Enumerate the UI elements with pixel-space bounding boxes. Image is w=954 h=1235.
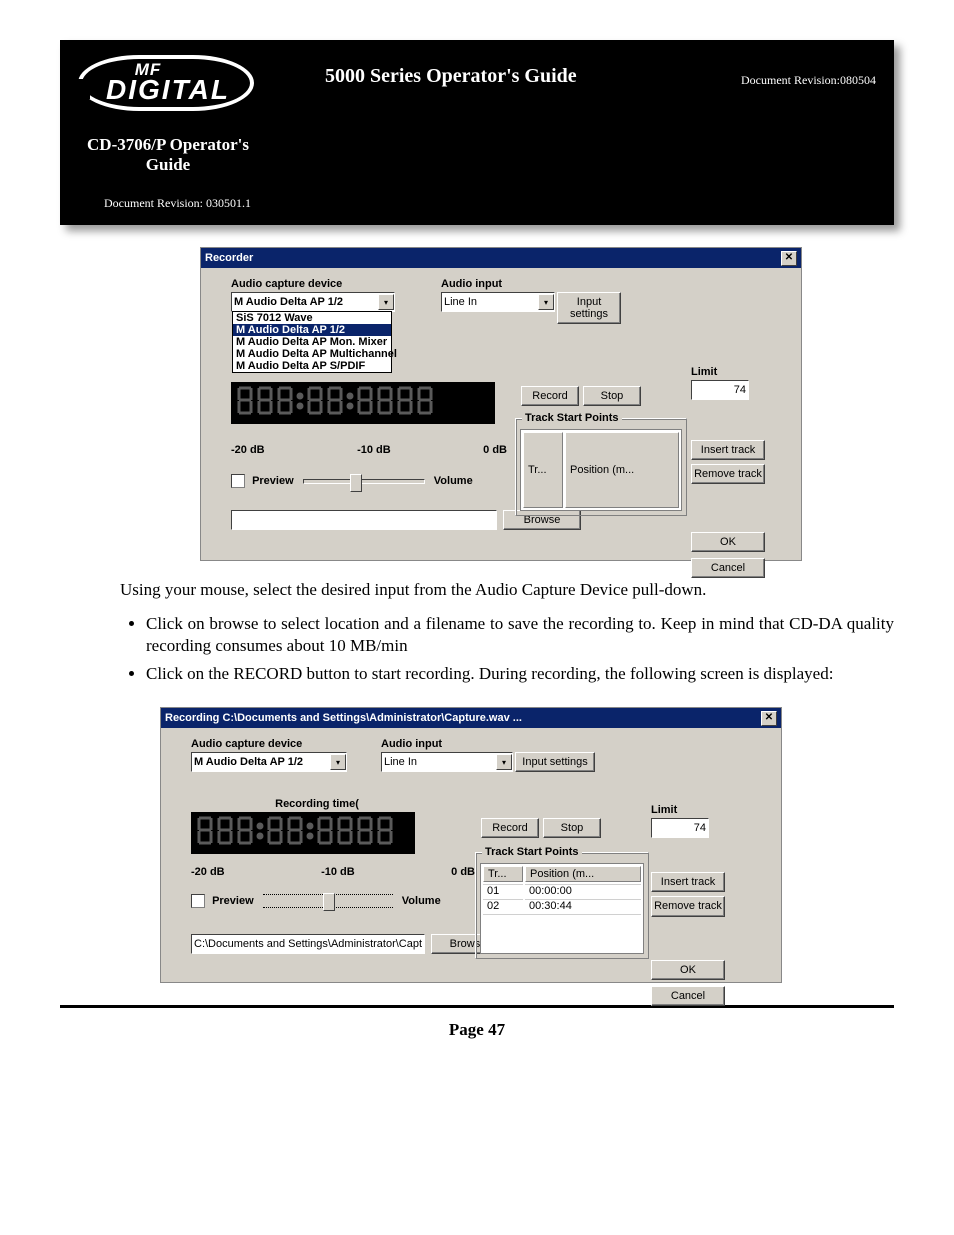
input-settings-button[interactable]: Input settings [515, 752, 595, 772]
dropdown-item[interactable]: M Audio Delta AP Multichannel [233, 348, 391, 360]
track-start-points-group: Track Start Points Tr...Position (m... [515, 418, 687, 516]
label-volume: Volume [434, 475, 473, 487]
capture-device-dropdown[interactable]: SiS 7012 Wave M Audio Delta AP 1/2 M Aud… [232, 311, 392, 373]
recorder-dialog-1: Recorder ✕ Audio capture device M Audio … [200, 247, 802, 561]
remove-track-button[interactable]: Remove track [691, 464, 765, 484]
bullet-list: Click on browse to select location and a… [120, 613, 894, 685]
recording-time-display [191, 812, 415, 854]
db-10: -10 dB [321, 866, 355, 878]
preview-label: Preview [212, 895, 254, 907]
capture-device-combo[interactable]: M Audio Delta AP 1/2 [191, 752, 347, 772]
ok-button[interactable]: OK [691, 532, 765, 552]
label-limit: Limit [651, 804, 709, 816]
track-table[interactable]: Tr...Position (m... 0100:00:00 0200:30:4… [480, 863, 644, 954]
audio-input-combo[interactable]: Line In [441, 292, 555, 312]
db-scale: -20 dB -10 dB 0 dB [191, 864, 475, 880]
header-title: 5000 Series Operator's Guide [325, 65, 577, 88]
recording-time-display [231, 382, 495, 424]
dialog-title-text: Recorder [205, 252, 253, 264]
dialog-titlebar[interactable]: Recorder ✕ [201, 248, 801, 268]
bullet-1: Click on browse to select location and a… [146, 613, 894, 657]
db-scale: -20 dB -10 dB 0 dB [231, 442, 507, 458]
col-tr[interactable]: Tr... [483, 866, 523, 882]
path-field[interactable]: C:\Documents and Settings\Administrator\… [191, 934, 425, 954]
limit-field[interactable]: 74 [651, 818, 709, 838]
db-20: -20 dB [231, 444, 265, 456]
chevron-down-icon[interactable] [378, 294, 394, 310]
db-0: 0 dB [483, 444, 507, 456]
label-volume: Volume [402, 895, 441, 907]
record-button[interactable]: Record [481, 818, 539, 838]
page-header: MF DIGITAL 5000 Series Operator's Guide … [60, 40, 894, 225]
db-0: 0 dB [451, 866, 475, 878]
col-pos[interactable]: Position (m... [525, 866, 641, 882]
path-field[interactable] [231, 510, 497, 530]
dialog-title-text: Recording C:\Documents and Settings\Admi… [165, 712, 522, 724]
header-revision: Document Revision:080504 [741, 73, 876, 88]
cancel-button[interactable]: Cancel [651, 986, 725, 1006]
table-row: 0200:30:44 [483, 899, 641, 912]
logo-line-2: DIGITAL [78, 77, 258, 102]
audio-input-value: Line In [384, 756, 417, 768]
preview-checkbox[interactable] [191, 894, 205, 908]
capture-device-value: M Audio Delta AP 1/2 [234, 296, 343, 308]
label-capture-device: Audio capture device [231, 278, 401, 290]
preview-label: Preview [252, 475, 294, 487]
cd-guide-title: CD-3706/P Operator's Guide [78, 135, 258, 176]
volume-slider-thumb[interactable] [323, 893, 335, 911]
audio-input-combo[interactable]: Line In [381, 752, 513, 772]
label-audio-input: Audio input [441, 278, 621, 290]
db-10: -10 dB [357, 444, 391, 456]
volume-slider-thumb[interactable] [350, 474, 362, 492]
preview-checkbox[interactable] [231, 474, 245, 488]
label-limit: Limit [691, 366, 749, 378]
track-start-points-group: Track Start Points Tr...Position (m... 0… [475, 852, 649, 959]
ok-button[interactable]: OK [651, 960, 725, 980]
cd-guide-revision: Document Revision: 030501.1 [104, 196, 251, 211]
cancel-button[interactable]: Cancel [691, 558, 765, 578]
track-start-legend: Track Start Points [522, 412, 622, 424]
chevron-down-icon[interactable] [538, 294, 554, 310]
logo: MF DIGITAL [60, 40, 276, 132]
capture-device-value: M Audio Delta AP 1/2 [194, 756, 303, 768]
dialog-titlebar[interactable]: Recording C:\Documents and Settings\Admi… [161, 708, 781, 728]
audio-input-value: Line In [444, 296, 477, 308]
input-settings-button[interactable]: Input settings [557, 292, 621, 324]
label-recording-time: Recording time( [217, 798, 417, 810]
stop-button[interactable]: Stop [543, 818, 601, 838]
dropdown-item[interactable]: SiS 7012 Wave [233, 312, 391, 324]
insert-track-button[interactable]: Insert track [691, 440, 765, 460]
limit-field[interactable]: 74 [691, 380, 749, 400]
paragraph-1: Using your mouse, select the desired inp… [120, 579, 894, 601]
close-icon[interactable]: ✕ [781, 251, 797, 266]
col-tr[interactable]: Tr... [523, 432, 563, 508]
track-table[interactable]: Tr...Position (m... [520, 429, 682, 511]
remove-track-button[interactable]: Remove track [651, 896, 725, 916]
stop-button[interactable]: Stop [583, 386, 641, 406]
chevron-down-icon[interactable] [496, 754, 512, 770]
dropdown-item[interactable]: M Audio Delta AP 1/2 [233, 324, 391, 336]
label-capture-device: Audio capture device [191, 738, 361, 750]
col-pos[interactable]: Position (m... [565, 432, 679, 508]
dropdown-item[interactable]: M Audio Delta AP S/PDIF [233, 360, 391, 372]
bullet-2: Click on the RECORD button to start reco… [146, 663, 894, 685]
db-20: -20 dB [191, 866, 225, 878]
footer-rule [60, 1005, 894, 1008]
page-number: Page 47 [60, 1020, 894, 1040]
capture-device-combo[interactable]: M Audio Delta AP 1/2 SiS 7012 Wave M Aud… [231, 292, 395, 312]
track-start-legend: Track Start Points [482, 846, 582, 858]
record-button[interactable]: Record [521, 386, 579, 406]
insert-track-button[interactable]: Insert track [651, 872, 725, 892]
recorder-dialog-2: Recording C:\Documents and Settings\Admi… [160, 707, 782, 983]
close-icon[interactable]: ✕ [761, 711, 777, 726]
label-audio-input: Audio input [381, 738, 595, 750]
table-row: 0100:00:00 [483, 884, 641, 897]
dropdown-item[interactable]: M Audio Delta AP Mon. Mixer [233, 336, 391, 348]
chevron-down-icon[interactable] [330, 754, 346, 770]
